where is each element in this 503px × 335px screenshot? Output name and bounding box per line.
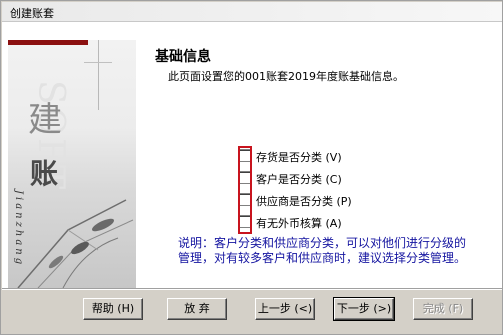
option-supplier-classify[interactable]: 供应商是否分类 (P) <box>238 190 398 210</box>
finish-button[interactable]: 完成 (F) <box>413 298 473 320</box>
plant-graphic <box>17 199 134 288</box>
wizard-panel: SOFT 建 账 Jianzhang 基础信息 此页面设置您的001账套2019… <box>2 22 502 288</box>
option-customer-classify[interactable]: 客户是否分类 (C) <box>238 168 398 188</box>
foreign-currency-checkbox[interactable] <box>238 215 251 228</box>
option-inventory-classify[interactable]: 存货是否分类 (V) <box>238 146 398 166</box>
art-line <box>84 62 112 63</box>
option-label: 存货是否分类 (V) <box>256 151 342 164</box>
note-text: 说明：客户分类和供应商分类，可以对他们进行分级的管理，对有较多客户和供应商时，建… <box>178 236 467 265</box>
customer-classify-checkbox[interactable] <box>238 171 251 184</box>
decorative-image: SOFT 建 账 Jianzhang <box>8 40 136 288</box>
option-label: 客户是否分类 (C) <box>256 173 342 186</box>
title-bar[interactable]: 创建账套 <box>2 2 502 22</box>
prev-button[interactable]: 上一步 (<) <box>255 298 315 320</box>
window-title: 创建账套 <box>10 7 54 20</box>
page-heading: 基础信息 <box>155 49 211 65</box>
supplier-classify-checkbox[interactable] <box>238 193 251 206</box>
divider <box>2 288 502 290</box>
abandon-button[interactable]: 放 弃 <box>167 298 227 320</box>
create-account-set-dialog: 创建账套 SOFT 建 账 Jianzhang 基础信息 此页面设置您的001账… <box>0 0 503 335</box>
next-button[interactable]: 下一步 (>) <box>333 297 395 321</box>
option-label: 有无外币核算 (A) <box>256 217 342 230</box>
option-foreign-currency[interactable]: 有无外币核算 (A) <box>238 212 398 232</box>
option-label: 供应商是否分类 (P) <box>256 195 352 208</box>
art-char-zhang: 账 <box>30 157 59 190</box>
page-description: 此页面设置您的001账套2019年度账基础信息。 <box>168 70 404 83</box>
help-button[interactable]: 帮助 (H) <box>83 298 143 320</box>
inventory-classify-checkbox[interactable] <box>238 149 251 162</box>
art-char-jian: 建 <box>28 100 62 140</box>
art-line <box>98 40 99 110</box>
art-red-bar <box>8 40 88 45</box>
